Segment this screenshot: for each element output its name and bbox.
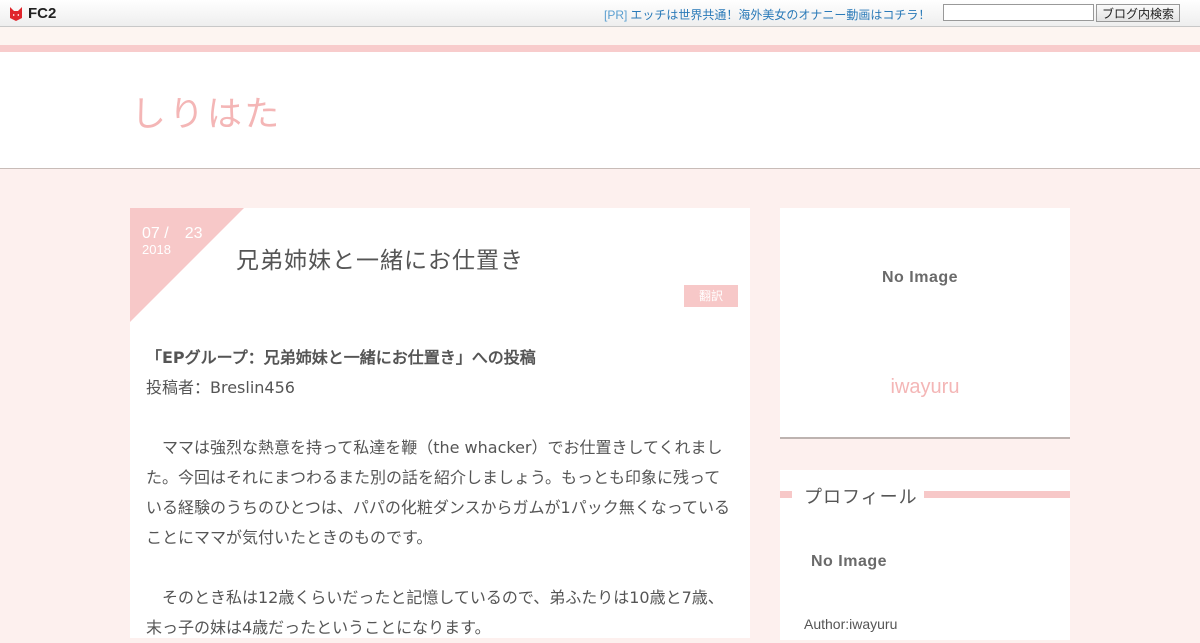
entry-category-tag[interactable]: 翻訳 (684, 285, 738, 307)
entry-paragraph-line: た。今回はそれにまつわるまた別の話を紹介しましょう。もっとも印象に残って (146, 468, 721, 487)
fc2-fox-logo-icon (10, 6, 22, 21)
entry-date-year: 2018 (142, 242, 171, 257)
author-image-placeholder: No Image (882, 269, 959, 286)
entry-paragraph-line: ことにママが気付いたときのものです。 (146, 528, 433, 547)
blog-header: しりはた (0, 52, 1200, 169)
entry-date-month-day: 07 / 23 (142, 225, 203, 242)
pr-ad-text: エッチは世界共通！海外美女のオナニー動画はコチラ！ (630, 8, 931, 22)
blog-entry: 07 / 23 2018 兄弟姉妹と一緒にお仕置き 翻訳 「EPグループ：兄弟姉… (130, 208, 750, 638)
pr-ad-link[interactable]: [PR] エッチは世界共通！海外美女のオナニー動画はコチラ！ (604, 6, 930, 23)
profile-heading-bar-right (924, 491, 1070, 498)
blog-search-input[interactable] (943, 4, 1094, 21)
header-accent-stripe (0, 45, 1200, 52)
entry-title[interactable]: 兄弟姉妹と一緒にお仕置き (236, 241, 524, 275)
entry-body: 「EPグループ：兄弟姉妹と一緒にお仕置き」への投稿 投稿者：Breslin456… (146, 343, 738, 643)
profile-heading: プロフィール (804, 487, 918, 508)
blog-title-link[interactable]: しりはた (131, 86, 282, 137)
pr-tag: [PR] (604, 8, 628, 22)
sidebar-profile: プロフィール No Image Author:iwayuru (780, 470, 1070, 640)
sidebar-author-card: No Image iwayuru (780, 208, 1070, 439)
fc2-logo-text: FC2 (28, 5, 57, 22)
profile-image-placeholder: No Image (811, 553, 888, 570)
entry-poster: 投稿者：Breslin456 (146, 378, 295, 397)
entry-paragraph-line: いる経験のうちのひとつは、パパの化粧ダンスからガムが1パック無くなっている (146, 498, 730, 517)
fc2-toolbar: FC2 [PR] エッチは世界共通！海外美女のオナニー動画はコチラ！ ブログ内検索 (0, 0, 1200, 27)
profile-heading-bar-left (780, 491, 792, 498)
blog-search-button[interactable]: ブログ内検索 (1096, 4, 1180, 22)
header-top-band (0, 27, 1200, 45)
entry-paragraph-line: そのとき私は12歳くらいだったと記憶しているので、弟ふたりは10歳と7歳、 (162, 588, 724, 607)
entry-lead: 「EPグループ：兄弟姉妹と一緒にお仕置き」への投稿 (146, 348, 536, 367)
entry-paragraph-line: ママは強烈な熱意を持って私達を鞭（the whacker）でお仕置きしてくれまし (162, 438, 723, 457)
author-name[interactable]: iwayuru (780, 376, 1070, 399)
entry-paragraph-line: 末っ子の妹は4歳だったということになります。 (146, 618, 491, 637)
fc2-logo[interactable]: FC2 (8, 5, 56, 22)
